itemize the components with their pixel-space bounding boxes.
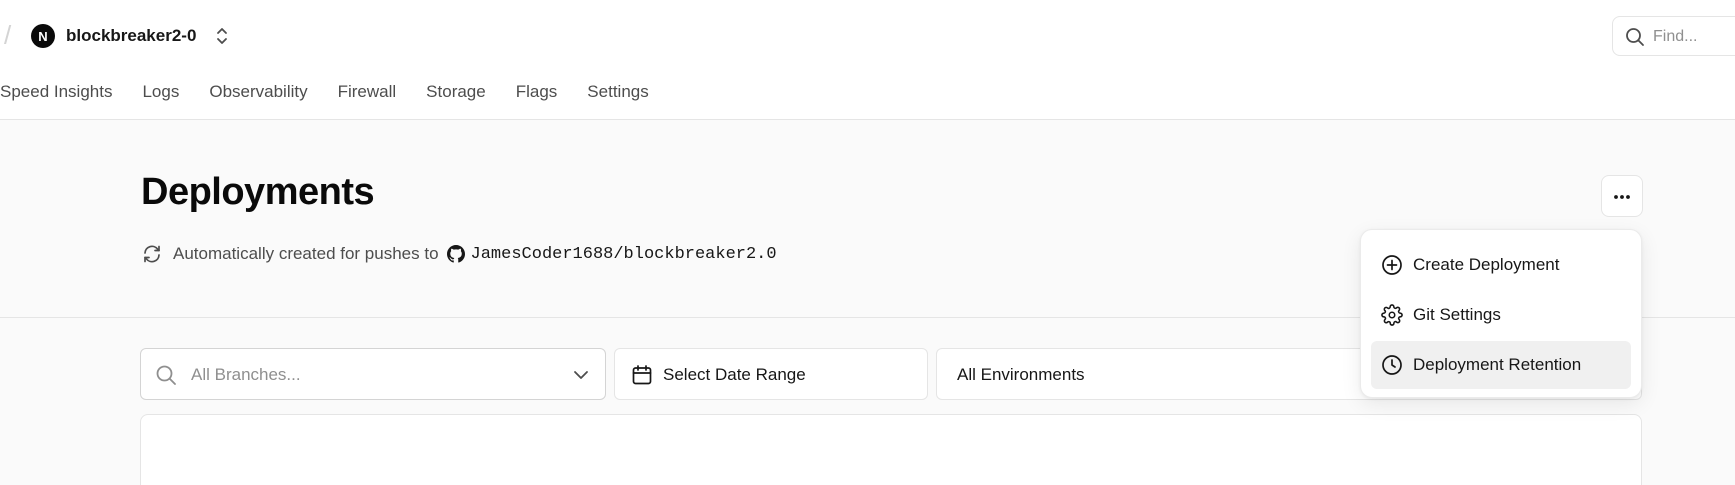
menu-item-label: Create Deployment [1413, 255, 1560, 274]
github-icon [446, 245, 465, 263]
deployments-list [140, 414, 1642, 485]
search-icon [1625, 27, 1645, 52]
tab-storage[interactable]: Storage [426, 82, 486, 102]
environment-label: All Environments [957, 365, 1085, 384]
clock-icon [1382, 355, 1402, 375]
tab-observability[interactable]: Observability [209, 82, 307, 102]
page-subtitle: Automatically created for pushes to Jame… [141, 243, 777, 265]
tab-flags[interactable]: Flags [516, 82, 558, 102]
plus-circle-icon [1382, 255, 1402, 275]
chevron-up-down-icon[interactable] [214, 26, 230, 46]
subtitle-text: Automatically created for pushes to [173, 244, 439, 263]
breadcrumb-separator: / [4, 20, 12, 50]
top-navigation: / N blockbreaker2-0 Find... Speed Insigh… [0, 0, 1735, 120]
gear-icon [1381, 304, 1403, 326]
chevron-down-icon [573, 367, 589, 388]
more-options-menu: Create Deployment Git Settings Deploymen… [1360, 229, 1642, 398]
date-range-label: Select Date Range [663, 365, 806, 384]
ellipsis-icon [1612, 187, 1632, 205]
tab-settings[interactable]: Settings [587, 82, 648, 102]
calendar-icon [631, 364, 653, 391]
branch-filter[interactable]: All Branches... [140, 348, 606, 400]
menu-item-label: Git Settings [1413, 305, 1501, 324]
tab-speed-insights[interactable]: Speed Insights [0, 82, 112, 102]
search-input[interactable]: Find... [1612, 16, 1735, 56]
page-title: Deployments [141, 171, 375, 213]
search-placeholder: Find... [1653, 28, 1698, 45]
search-icon [155, 364, 177, 391]
project-name[interactable]: blockbreaker2-0 [66, 26, 196, 46]
tab-firewall[interactable]: Firewall [338, 82, 397, 102]
date-range-filter[interactable]: Select Date Range [614, 348, 928, 400]
branch-filter-placeholder: All Branches... [191, 365, 301, 384]
repo-link[interactable]: JamesCoder1688/blockbreaker2.0 [471, 245, 777, 264]
tab-logs[interactable]: Logs [142, 82, 179, 102]
project-tabs: Speed Insights Logs Observability Firewa… [0, 82, 679, 102]
project-avatar[interactable]: N [31, 24, 55, 48]
menu-item-create-deployment[interactable]: Create Deployment [1371, 241, 1631, 289]
menu-item-label: Deployment Retention [1413, 355, 1582, 374]
menu-item-deployment-retention[interactable]: Deployment Retention [1371, 341, 1631, 389]
menu-item-git-settings[interactable]: Git Settings [1371, 291, 1631, 339]
more-options-button[interactable] [1601, 175, 1643, 217]
refresh-icon [141, 243, 163, 265]
